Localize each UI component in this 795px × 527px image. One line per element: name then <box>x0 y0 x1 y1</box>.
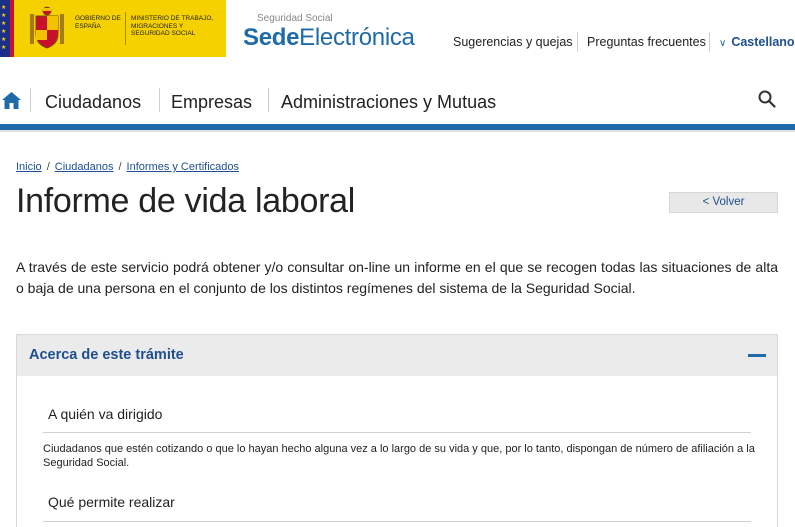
chevron-down-icon: ∨ <box>719 38 727 49</box>
language-label: Castellano <box>731 35 795 49</box>
eu-flag-icon: ★ ★ ★ ★ ★ ★ <box>0 0 10 57</box>
ministry-name: Ministerio de Trabajo, Migraciones y Seg… <box>131 15 214 37</box>
accordion-header[interactable]: Acerca de este trámite <box>17 335 777 376</box>
page-title: Informe de vida laboral <box>16 182 355 220</box>
section-divider <box>43 521 751 522</box>
government-name: Gobierno de España <box>75 15 121 30</box>
minus-icon[interactable] <box>748 354 766 357</box>
top-link-divider <box>577 32 578 52</box>
breadcrumb-inicio[interactable]: Inicio <box>16 161 42 173</box>
nav-divider <box>30 88 31 112</box>
breadcrumb-informes[interactable]: Informes y Certificados <box>127 161 239 173</box>
intro-text: A través de este servicio podrá obtener … <box>16 259 778 296</box>
section-divider <box>43 432 751 433</box>
sede-logo[interactable]: SedeElectrónica <box>243 24 415 52</box>
top-link-divider <box>709 32 710 52</box>
section-title-dirigido: A quién va dirigido <box>48 406 163 422</box>
breadcrumb-ciudadanos[interactable]: Ciudadanos <box>55 161 114 173</box>
nav-divider <box>268 88 269 112</box>
nav-shadow <box>0 130 795 132</box>
sede-logo-bold: Sede <box>243 24 300 51</box>
logo-divider <box>125 12 126 45</box>
sede-logo-regular: Electrónica <box>299 24 415 51</box>
about-accordion: Acerca de este trámite A quién va dirigi… <box>16 334 778 527</box>
language-selector[interactable]: ∨ Castellano <box>719 35 795 49</box>
section-title-permite: Qué permite realizar <box>48 494 175 510</box>
nav-divider <box>159 88 160 112</box>
top-header: ★ ★ ★ ★ ★ ★ Gobierno de España Ministerio de … <box>0 0 795 57</box>
nav-item-ciudadanos[interactable]: Ciudadanos <box>45 92 141 113</box>
spain-flag-stripe <box>10 0 14 57</box>
main-nav: Ciudadanos Empresas Administraciones y M… <box>0 57 795 125</box>
breadcrumb: Inicio / Ciudadanos / Informes y Certificado… <box>16 161 240 173</box>
nav-item-administraciones[interactable]: Administraciones y Mutuas <box>281 92 496 113</box>
home-icon[interactable] <box>2 92 21 109</box>
search-icon[interactable] <box>758 90 776 108</box>
coat-of-arms-icon <box>30 6 64 49</box>
faq-link[interactable]: Preguntas frecuentes <box>587 35 706 49</box>
sede-subtitle: Seguridad Social <box>257 13 333 24</box>
government-logo[interactable]: ★ ★ ★ ★ ★ ★ Gobierno de España Ministerio de … <box>0 0 226 57</box>
suggestions-link[interactable]: Sugerencias y quejas <box>453 35 573 49</box>
back-button[interactable]: < Volver <box>669 192 778 213</box>
nav-item-empresas[interactable]: Empresas <box>171 92 252 113</box>
section-text-dirigido: Ciudadanos que estén cotizando o que lo … <box>43 443 755 469</box>
accordion-title: Acerca de este trámite <box>29 347 184 363</box>
